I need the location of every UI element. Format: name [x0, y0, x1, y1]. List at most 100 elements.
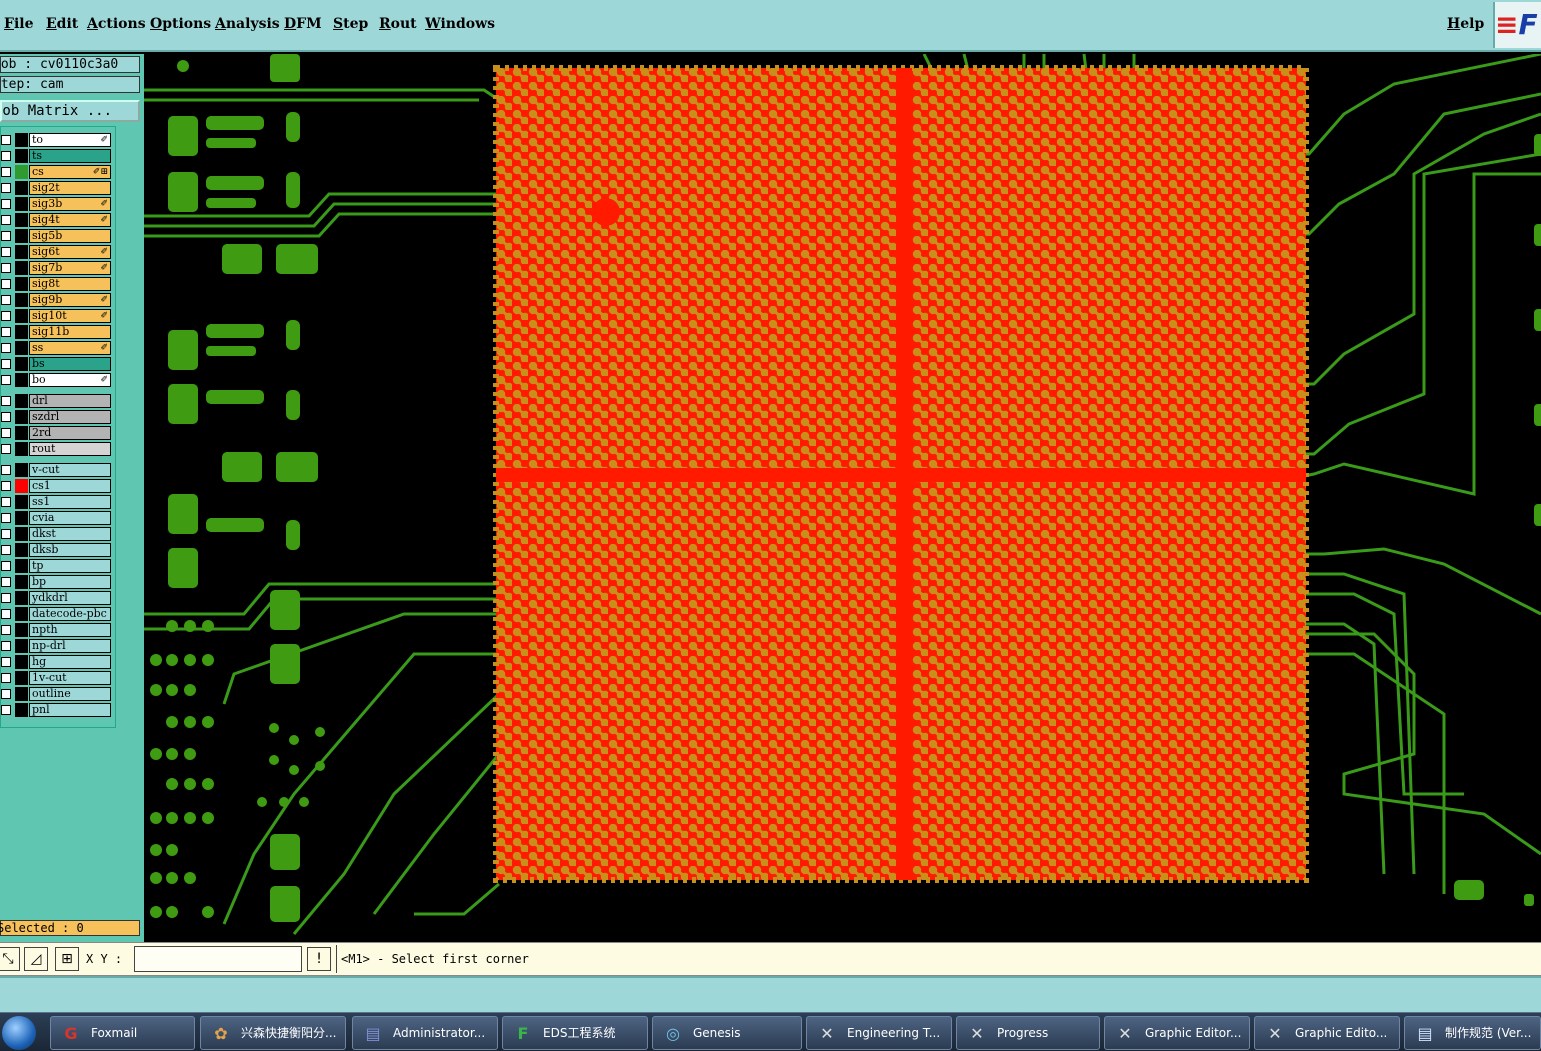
menu-file[interactable]: File [4, 16, 34, 32]
layer-checkbox[interactable] [1, 481, 11, 491]
layer-name[interactable]: sig4t ✐ [29, 213, 111, 227]
layer-checkbox[interactable] [1, 263, 11, 273]
taskbar-item[interactable]: ✕ Graphic Edito... [1254, 1016, 1400, 1050]
layer-name[interactable]: 1v-cut [29, 671, 111, 685]
layer-checkbox[interactable] [1, 641, 11, 651]
layer-checkbox[interactable] [1, 412, 11, 422]
layer-name[interactable]: sig10t ✐ [29, 309, 111, 323]
layer-name[interactable]: ss ✐ [29, 341, 111, 355]
layer-color-swatch[interactable] [15, 213, 28, 227]
taskbar-item[interactable]: F EDS工程系统 [502, 1016, 648, 1050]
layer-name[interactable]: hg [29, 655, 111, 669]
zoom-tool-button[interactable]: ⤡ [0, 947, 20, 971]
measure-tool-button[interactable]: ◿ [24, 947, 48, 971]
layer-checkbox[interactable] [1, 396, 11, 406]
layer-name[interactable]: npth [29, 623, 111, 637]
grid-tool-button[interactable]: ⊞ [55, 947, 79, 971]
layer-name[interactable]: bp [29, 575, 111, 589]
layer-row-dksb[interactable]: dksb [1, 543, 115, 557]
layer-color-swatch[interactable] [15, 277, 28, 291]
layer-name[interactable]: sig5b [29, 229, 111, 243]
layer-checkbox[interactable] [1, 327, 11, 337]
layer-row-sig8t[interactable]: sig8t [1, 277, 115, 291]
layer-color-swatch[interactable] [15, 591, 28, 605]
layer-row-rout[interactable]: rout [1, 442, 115, 456]
layer-row-ts[interactable]: ts [1, 149, 115, 163]
layer-color-swatch[interactable] [15, 623, 28, 637]
layer-row-sig4t[interactable]: sig4t ✐ [1, 213, 115, 227]
layer-name[interactable]: drl [29, 394, 111, 408]
layer-color-swatch[interactable] [15, 639, 28, 653]
layer-color-swatch[interactable] [15, 543, 28, 557]
taskbar-item[interactable]: ▤ Administrator... [352, 1016, 498, 1050]
layer-row-pnl[interactable]: pnl [1, 703, 115, 717]
layer-name[interactable]: pnl [29, 703, 111, 717]
layer-color-swatch[interactable] [15, 575, 28, 589]
layer-color-swatch[interactable] [15, 197, 28, 211]
layer-row-sig7b[interactable]: sig7b ✐ [1, 261, 115, 275]
layer-row-drl[interactable]: drl [1, 394, 115, 408]
layer-row-cs[interactable]: cs ✐⊞ [1, 165, 115, 179]
layer-color-swatch[interactable] [15, 607, 28, 621]
layer-checkbox[interactable] [1, 151, 11, 161]
taskbar-item[interactable]: ✕ Engineering T... [806, 1016, 952, 1050]
layer-checkbox[interactable] [1, 247, 11, 257]
layer-name[interactable]: 2rd [29, 426, 111, 440]
layer-row-v-cut[interactable]: v-cut [1, 463, 115, 477]
layer-color-swatch[interactable] [15, 410, 28, 424]
start-button[interactable] [2, 1016, 36, 1050]
layer-row-npth[interactable]: npth [1, 623, 115, 637]
menu-analysis[interactable]: Analysis [215, 16, 280, 32]
layer-color-swatch[interactable] [15, 149, 28, 163]
layer-row-sig10t[interactable]: sig10t ✐ [1, 309, 115, 323]
layer-color-swatch[interactable] [15, 463, 28, 477]
menu-edit[interactable]: Edit [46, 16, 78, 32]
layer-row-sig11b[interactable]: sig11b [1, 325, 115, 339]
layer-color-swatch[interactable] [15, 527, 28, 541]
menu-options[interactable]: Options [150, 16, 211, 32]
layer-color-swatch[interactable] [15, 341, 28, 355]
layer-checkbox[interactable] [1, 529, 11, 539]
layer-checkbox[interactable] [1, 609, 11, 619]
layer-checkbox[interactable] [1, 135, 11, 145]
layer-name[interactable]: bs [29, 357, 111, 371]
layer-checkbox[interactable] [1, 689, 11, 699]
layer-checkbox[interactable] [1, 673, 11, 683]
layer-checkbox[interactable] [1, 444, 11, 454]
layer-checkbox[interactable] [1, 593, 11, 603]
menu-step[interactable]: Step [333, 16, 368, 32]
menu-help[interactable]: Help [1447, 16, 1484, 32]
layer-row-ydkdrl[interactable]: ydkdrl [1, 591, 115, 605]
layer-name[interactable]: ss1 [29, 495, 111, 509]
layer-row-cvia[interactable]: cvia [1, 511, 115, 525]
layer-name[interactable]: sig6t ✐ [29, 245, 111, 259]
layer-name[interactable]: dksb [29, 543, 111, 557]
taskbar-item[interactable]: ✕ Progress [956, 1016, 1100, 1050]
menu-actions[interactable]: Actions [87, 16, 146, 32]
layer-color-swatch[interactable] [15, 229, 28, 243]
layer-name[interactable]: sig2t [29, 181, 111, 195]
layer-color-swatch[interactable] [15, 165, 28, 179]
layer-row-cs1[interactable]: cs1 [1, 479, 115, 493]
layer-color-swatch[interactable] [15, 181, 28, 195]
layer-name[interactable]: ydkdrl [29, 591, 111, 605]
layer-color-swatch[interactable] [15, 245, 28, 259]
layer-name[interactable]: sig3b ✐ [29, 197, 111, 211]
layer-row-outline[interactable]: outline [1, 687, 115, 701]
layer-row-ss1[interactable]: ss1 [1, 495, 115, 509]
layer-color-swatch[interactable] [15, 261, 28, 275]
taskbar-item[interactable]: ✕ Graphic Editor... [1104, 1016, 1250, 1050]
taskbar-item[interactable]: ◎ Genesis [652, 1016, 802, 1050]
layer-row-tp[interactable]: tp [1, 559, 115, 573]
menu-rout[interactable]: Rout [379, 16, 417, 32]
layer-color-swatch[interactable] [15, 325, 28, 339]
layer-color-swatch[interactable] [15, 671, 28, 685]
layer-name[interactable]: to ✐ [29, 133, 111, 147]
layer-name[interactable]: ts [29, 149, 111, 163]
layer-checkbox[interactable] [1, 513, 11, 523]
layer-color-swatch[interactable] [15, 655, 28, 669]
layer-color-swatch[interactable] [15, 293, 28, 307]
layer-name[interactable]: datecode-pbc [29, 607, 111, 621]
layer-name[interactable]: np-drl [29, 639, 111, 653]
layer-name[interactable]: rout [29, 442, 111, 456]
